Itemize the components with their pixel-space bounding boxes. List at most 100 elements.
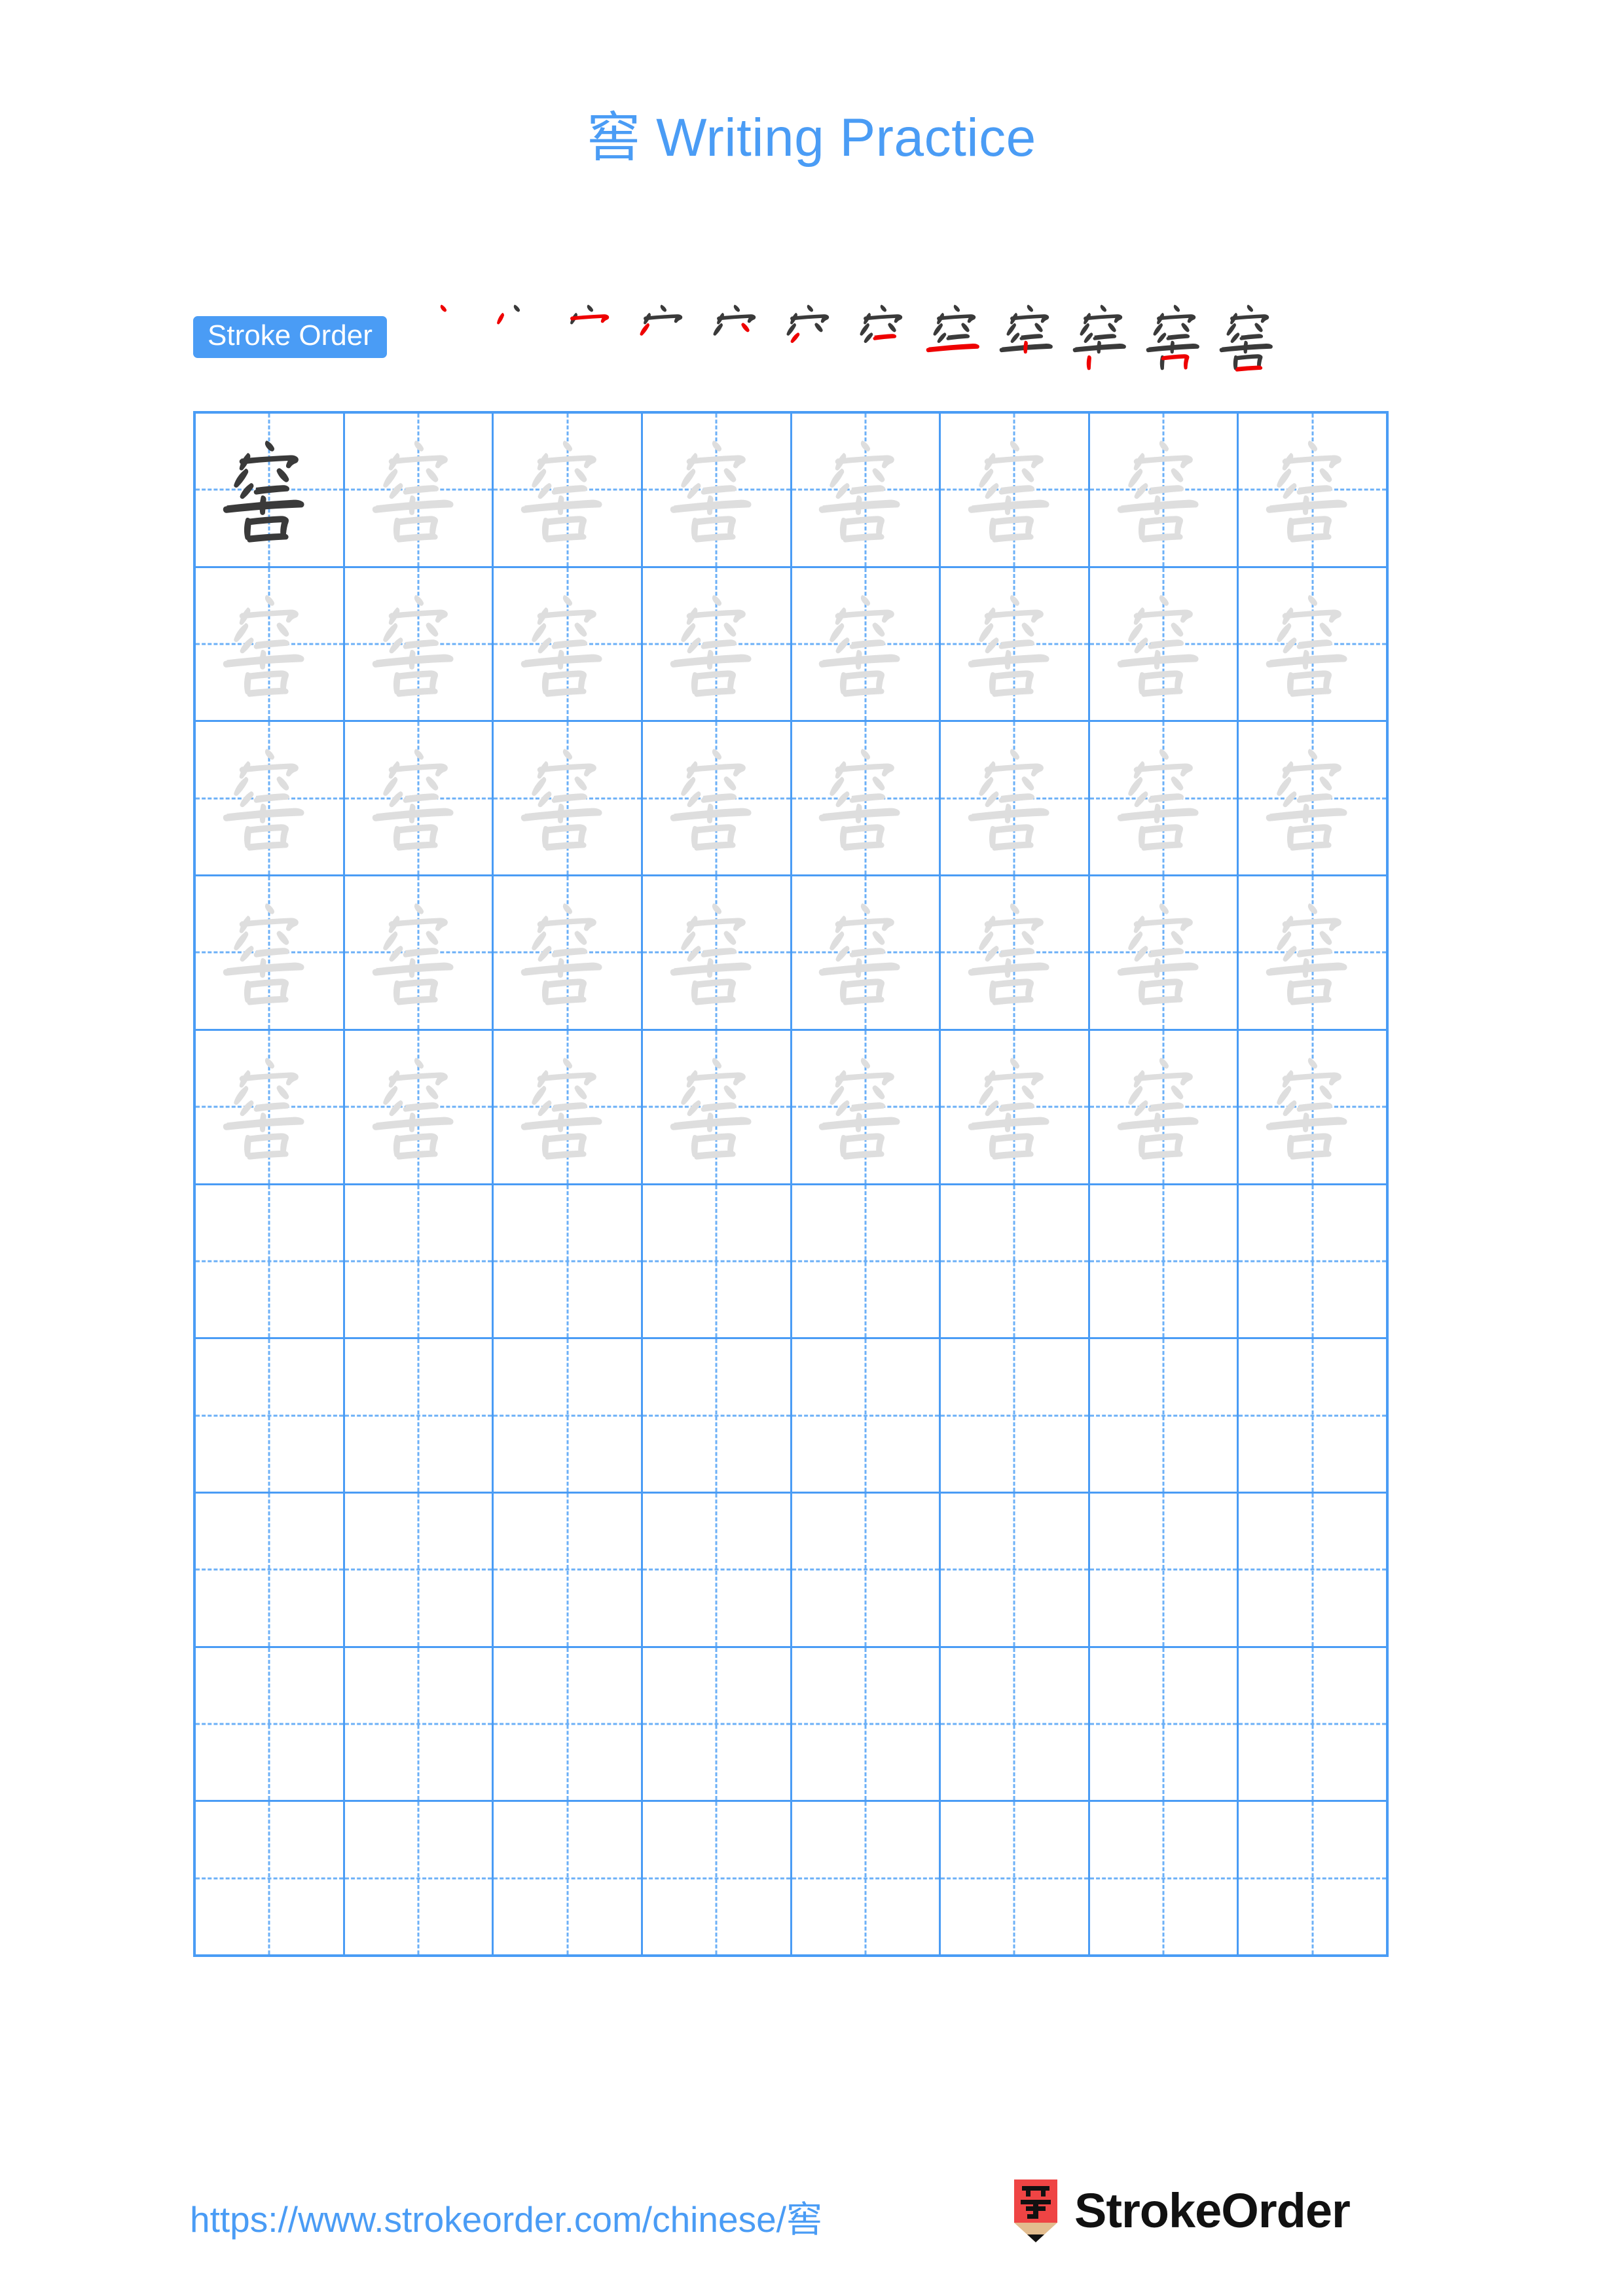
practice-cell-empty[interactable] [345, 1339, 494, 1492]
practice-cell-empty[interactable] [643, 1493, 792, 1646]
stroke-order-step-4 [627, 300, 700, 374]
practice-cell-empty[interactable] [196, 1802, 345, 1955]
practice-cell-trace[interactable] [196, 1030, 345, 1183]
practice-cell-empty[interactable] [941, 1647, 1090, 1801]
worksheet-page: 窖 Writing Practice Stroke Order https://… [0, 0, 1623, 2296]
practice-cell-trace[interactable] [643, 414, 792, 566]
practice-cell-trace[interactable] [1090, 1030, 1239, 1183]
trace-character [941, 568, 1088, 721]
practice-cell-trace[interactable] [196, 722, 345, 875]
practice-cell-empty[interactable] [792, 1339, 941, 1492]
practice-cell-empty[interactable] [196, 1185, 345, 1338]
practice-cell-empty[interactable] [1090, 1493, 1239, 1646]
practice-cell-empty[interactable] [345, 1647, 494, 1801]
practice-cell-empty[interactable] [196, 1339, 345, 1492]
practice-cell-empty[interactable] [941, 1493, 1090, 1646]
trace-character [345, 722, 492, 874]
practice-cell-empty[interactable] [1239, 1494, 1386, 1646]
grid-row [196, 876, 1386, 1031]
practice-cell-trace[interactable] [1090, 876, 1239, 1029]
stroke-order-step-6 [773, 300, 847, 374]
practice-cell-trace[interactable] [941, 876, 1090, 1029]
trace-character [792, 1031, 939, 1183]
practice-cell-empty[interactable] [345, 1802, 494, 1955]
practice-cell-trace[interactable] [792, 567, 941, 721]
practice-cell-trace[interactable] [792, 876, 941, 1029]
practice-cell-empty[interactable] [941, 1339, 1090, 1492]
practice-cell-empty[interactable] [494, 1802, 643, 1955]
practice-cell-trace[interactable] [643, 876, 792, 1029]
practice-cell-empty[interactable] [1239, 1339, 1386, 1492]
practice-cell-trace[interactable] [643, 1030, 792, 1183]
source-url[interactable]: https://www.strokeorder.com/chinese/窖 [190, 2190, 822, 2242]
practice-cell-trace[interactable] [1239, 1031, 1386, 1183]
practice-cell-empty[interactable] [643, 1185, 792, 1338]
practice-cell-empty[interactable] [345, 1185, 494, 1338]
practice-cell-trace[interactable] [494, 1030, 643, 1183]
practice-cell-trace[interactable] [941, 1030, 1090, 1183]
practice-cell-empty[interactable] [196, 1647, 345, 1801]
practice-cell-trace[interactable] [196, 876, 345, 1029]
practice-cell-empty[interactable] [643, 1802, 792, 1955]
practice-cell-trace[interactable] [941, 567, 1090, 721]
practice-cell-empty[interactable] [1090, 1647, 1239, 1801]
practice-cell-trace[interactable] [494, 567, 643, 721]
practice-cell-empty[interactable] [1239, 1802, 1386, 1954]
practice-cell-trace[interactable] [345, 567, 494, 721]
practice-cell-trace[interactable] [494, 414, 643, 566]
practice-cell-trace[interactable] [792, 1030, 941, 1183]
practice-cell-empty[interactable] [792, 1185, 941, 1338]
practice-cell-empty[interactable] [345, 1493, 494, 1646]
practice-cell-empty[interactable] [1239, 1185, 1386, 1338]
trace-character [792, 876, 939, 1029]
practice-cell-trace[interactable] [1239, 722, 1386, 874]
practice-cell-trace[interactable] [345, 722, 494, 875]
trace-character [643, 568, 790, 721]
practice-cell-trace[interactable] [792, 722, 941, 875]
practice-cell-trace[interactable] [345, 1030, 494, 1183]
practice-cell-trace[interactable] [345, 414, 494, 566]
practice-cell-empty[interactable] [643, 1339, 792, 1492]
practice-cell-trace[interactable] [1239, 876, 1386, 1029]
practice-cell-empty[interactable] [494, 1493, 643, 1646]
trace-character [1239, 568, 1386, 721]
trace-character [1239, 876, 1386, 1029]
practice-cell-empty[interactable] [792, 1493, 941, 1646]
practice-cell-empty[interactable] [494, 1185, 643, 1338]
practice-cell-trace[interactable] [494, 722, 643, 875]
practice-cell-empty[interactable] [941, 1802, 1090, 1955]
trace-character [1090, 414, 1237, 566]
practice-cell-trace[interactable] [1090, 567, 1239, 721]
practice-cell-empty[interactable] [494, 1339, 643, 1492]
practice-cell-empty[interactable] [1239, 1648, 1386, 1801]
practice-cell-trace[interactable] [1090, 414, 1239, 566]
practice-cell-trace[interactable] [345, 876, 494, 1029]
grid-row [196, 1647, 1386, 1803]
practice-cell-empty[interactable] [494, 1647, 643, 1801]
practice-cell-empty[interactable] [1090, 1185, 1239, 1338]
practice-cell-trace[interactable] [643, 567, 792, 721]
practice-cell-empty[interactable] [941, 1185, 1090, 1338]
practice-cell-trace[interactable] [643, 722, 792, 875]
practice-cell-empty[interactable] [1090, 1802, 1239, 1955]
practice-cell-empty[interactable] [792, 1802, 941, 1955]
page-title: 窖 Writing Practice [587, 108, 1036, 168]
practice-cell-trace[interactable] [941, 414, 1090, 566]
trace-character [941, 414, 1088, 566]
practice-cell-empty[interactable] [1090, 1339, 1239, 1492]
practice-cell-empty[interactable] [792, 1647, 941, 1801]
grid-row [196, 414, 1386, 568]
practice-cell-trace[interactable] [1090, 722, 1239, 875]
trace-character [196, 568, 343, 721]
practice-cell-empty[interactable] [196, 1493, 345, 1646]
practice-cell-trace[interactable] [494, 876, 643, 1029]
practice-cell-trace[interactable] [792, 414, 941, 566]
practice-cell-empty[interactable] [643, 1647, 792, 1801]
practice-cell-trace[interactable] [1239, 414, 1386, 566]
practice-cell-model[interactable] [196, 414, 345, 566]
practice-cell-trace[interactable] [196, 567, 345, 721]
trace-character [1239, 1031, 1386, 1183]
practice-cell-trace[interactable] [941, 722, 1090, 875]
practice-cell-trace[interactable] [1239, 568, 1386, 721]
trace-character [345, 1031, 492, 1183]
